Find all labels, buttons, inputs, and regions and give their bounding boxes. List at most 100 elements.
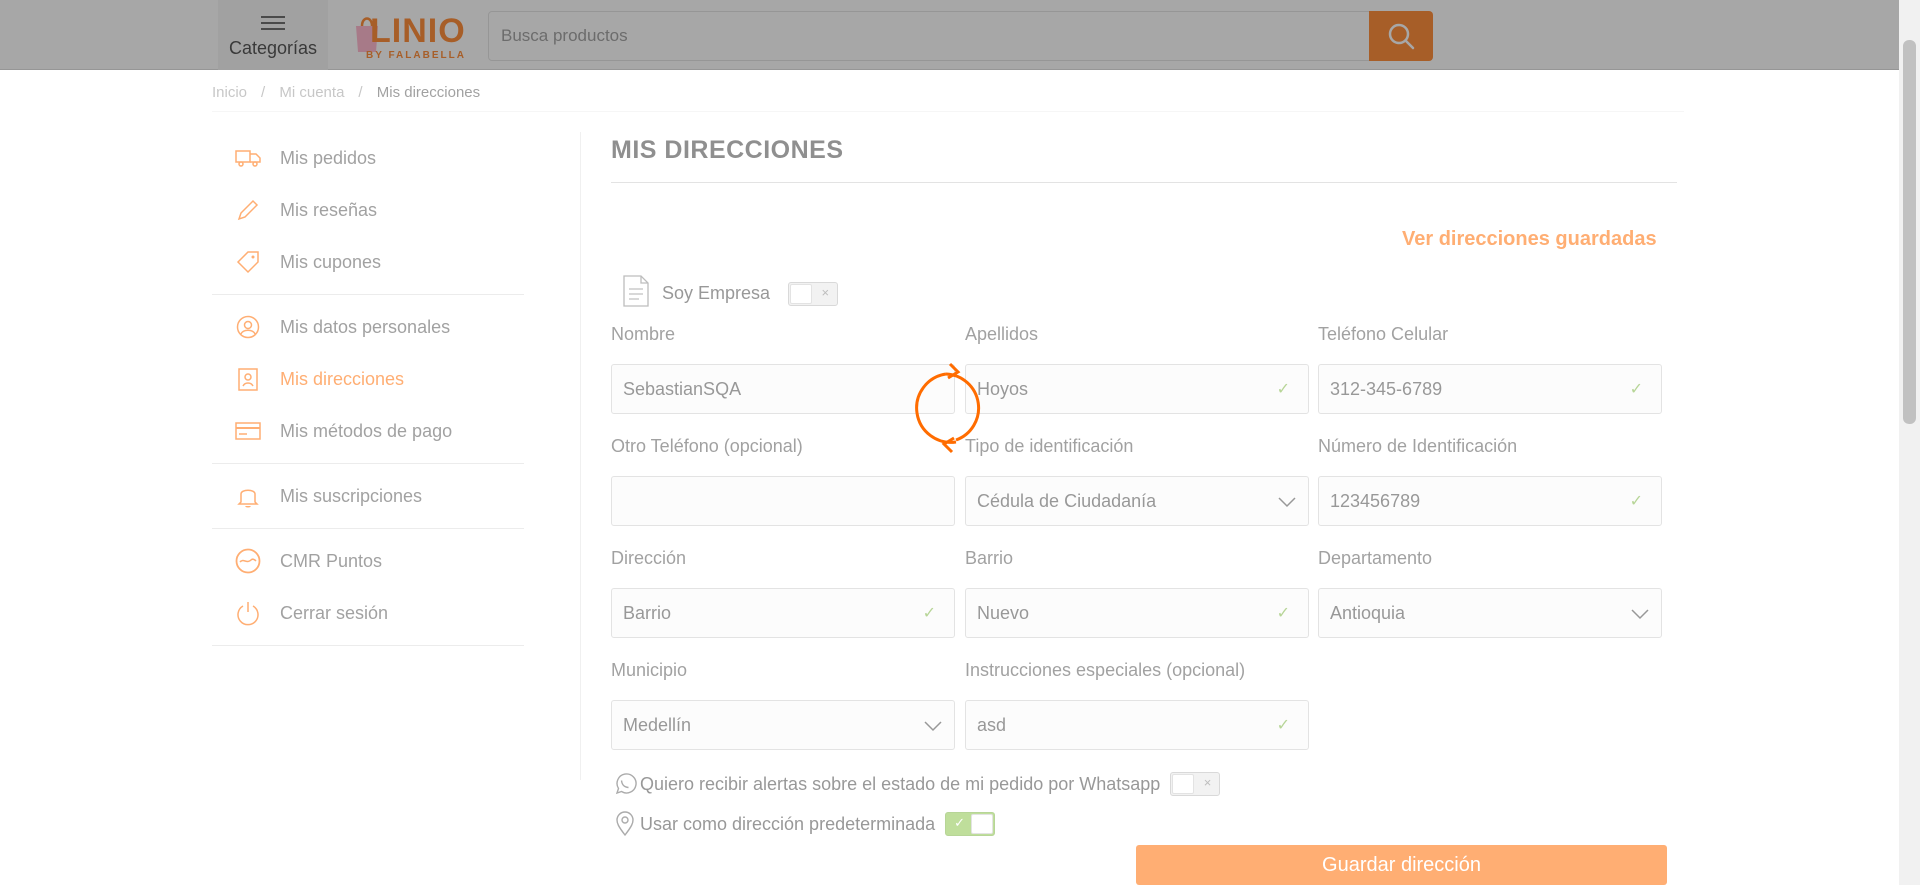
- breadcrumb-account[interactable]: Mi cuenta: [279, 84, 344, 101]
- direccion-label: Dirección: [611, 548, 687, 568]
- apellidos-input[interactable]: Hoyos ✓: [965, 364, 1309, 414]
- logo-text: LINIO: [370, 12, 466, 50]
- departamento-field: Departamento Antioquia: [1318, 548, 1662, 638]
- barrio-value: Nuevo: [977, 602, 1030, 623]
- barrio-field: Barrio Nuevo ✓: [965, 548, 1309, 638]
- sidebar-divider: [212, 294, 524, 295]
- bell-icon: [234, 482, 262, 510]
- departamento-value: Antioquia: [1330, 602, 1406, 623]
- breadcrumb-home[interactable]: Inicio: [212, 84, 247, 101]
- sidebar-item-label: Mis reseñas: [280, 199, 378, 220]
- otro-telefono-label: Otro Teléfono (opcional): [611, 436, 803, 456]
- sidebar-item-label: Mis suscripciones: [280, 485, 423, 506]
- sidebar-item-label: Mis direcciones: [280, 368, 405, 389]
- nombre-value: SebastianSQA: [623, 378, 742, 399]
- sidebar-item-label: CMR Puntos: [280, 550, 383, 571]
- page-title: MIS DIRECCIONES: [611, 136, 844, 164]
- sidebar-item-label: Cerrar sesión: [280, 602, 389, 623]
- telefono-label: Teléfono Celular: [1318, 324, 1449, 344]
- page-scrollbar[interactable]: [1899, 0, 1920, 885]
- search-icon: [1388, 23, 1415, 50]
- cmr-icon: [234, 547, 262, 575]
- telefono-value: 312-345-6789: [1330, 378, 1443, 399]
- sidebar-divider: [212, 528, 524, 529]
- breadcrumb-current: Mis direcciones: [376, 84, 481, 101]
- toggle-off-mark: ×: [821, 284, 830, 300]
- sidebar-divider: [212, 463, 524, 464]
- save-address-button[interactable]: Guardar dirección: [1136, 845, 1667, 885]
- tipo-id-select[interactable]: Cédula de Ciudadanía: [965, 476, 1309, 526]
- numero-id-label: Número de Identificación: [1318, 436, 1518, 456]
- otro-telefono-field: Otro Teléfono (opcional): [611, 436, 955, 526]
- whatsapp-toggle[interactable]: ×: [1170, 772, 1221, 796]
- account-icon[interactable]: [1538, 14, 1582, 54]
- title-divider: [611, 182, 1677, 183]
- check-icon: ✓: [1276, 717, 1290, 734]
- direccion-input[interactable]: Barrio ✓: [611, 588, 955, 638]
- departamento-label: Departamento: [1318, 548, 1433, 568]
- default-address-toggle[interactable]: ✓: [945, 812, 996, 836]
- sidebar-item-label: Mis métodos de pago: [280, 420, 453, 441]
- chevron-down-icon: [1278, 497, 1296, 508]
- check-icon: ✓: [1629, 381, 1643, 398]
- barrio-input[interactable]: Nuevo ✓: [965, 588, 1309, 638]
- linio-logo[interactable]: LINIO BY FALABELLA: [352, 12, 470, 62]
- sidebar-item-label: Mis datos personales: [280, 316, 451, 337]
- telefono-field: Teléfono Celular 312-345-6789 ✓: [1318, 324, 1662, 414]
- power-icon: [234, 599, 262, 627]
- sidebar-item-addresses[interactable]: Mis direcciones: [212, 353, 524, 405]
- categories-button[interactable]: Categorías: [218, 0, 328, 70]
- check-icon: ✓: [922, 605, 936, 622]
- municipio-select[interactable]: Medellín: [611, 700, 955, 750]
- tipo-id-label: Tipo de identificación: [965, 436, 1134, 456]
- company-toggle[interactable]: ×: [788, 281, 839, 306]
- numero-id-value: 123456789: [1330, 490, 1421, 511]
- numero-id-field: Número de Identificación 123456789 ✓: [1318, 436, 1662, 526]
- instrucciones-value: asd: [977, 714, 1007, 735]
- sidebar-item-subscriptions[interactable]: Mis suscripciones: [212, 470, 524, 522]
- nombre-input[interactable]: SebastianSQA: [611, 364, 955, 414]
- sidebar-item-orders[interactable]: Mis pedidos: [212, 132, 524, 184]
- tipo-id-field: Tipo de identificación Cédula de Ciudada…: [965, 436, 1309, 526]
- departamento-select[interactable]: Antioquia: [1318, 588, 1662, 638]
- apellidos-field: Apellidos Hoyos ✓: [965, 324, 1309, 414]
- sidebar-item-label: Mis cupones: [280, 251, 382, 272]
- search-button[interactable]: [1369, 11, 1433, 61]
- instrucciones-label: Instrucciones especiales (opcional): [965, 660, 1246, 680]
- check-icon: ✓: [1276, 381, 1290, 398]
- company-toggle-row: Soy Empresa ×: [622, 274, 839, 313]
- telefono-input[interactable]: 312-345-6789 ✓: [1318, 364, 1662, 414]
- sidebar-item-cmr-points[interactable]: CMR Puntos: [212, 535, 524, 587]
- breadcrumb: Inicio / Mi cuenta / Mis direcciones: [212, 84, 481, 101]
- cart-icon[interactable]: [1616, 14, 1660, 54]
- sidebar-item-coupons[interactable]: Mis cupones: [212, 236, 524, 288]
- account-sidebar: Mis pedidos Mis reseñas Mis cupones Mis …: [212, 132, 524, 652]
- saved-addresses-link[interactable]: Ver direcciones guardadas: [1402, 228, 1657, 251]
- sidebar-item-logout[interactable]: Cerrar sesión: [212, 587, 524, 639]
- instrucciones-input[interactable]: asd ✓: [965, 700, 1309, 750]
- municipio-value: Medellín: [623, 714, 692, 735]
- delivery-truck-icon[interactable]: [1460, 14, 1504, 54]
- chevron-down-icon: [924, 721, 942, 732]
- nombre-label: Nombre: [611, 324, 676, 344]
- sidebar-item-payment-methods[interactable]: Mis métodos de pago: [212, 405, 524, 457]
- tag-icon: [234, 248, 262, 276]
- instrucciones-field: Instrucciones especiales (opcional) asd ✓: [965, 660, 1309, 750]
- breadcrumb-divider: [212, 111, 1684, 112]
- otro-telefono-input[interactable]: [611, 476, 955, 526]
- top-header: Categorías LINIO BY FALABELLA: [0, 0, 1920, 70]
- tipo-id-value: Cédula de Ciudadanía: [977, 490, 1157, 511]
- scrollbar-thumb[interactable]: [1903, 40, 1916, 424]
- numero-id-input[interactable]: 123456789 ✓: [1318, 476, 1662, 526]
- toggle-off-mark: ×: [1203, 775, 1212, 790]
- whatsapp-row: Quiero recibir alertas sobre el estado d…: [612, 771, 1221, 797]
- sidebar-item-personal-data[interactable]: Mis datos personales: [212, 301, 524, 353]
- document-icon: [622, 274, 650, 313]
- sidebar-item-label: Mis pedidos: [280, 147, 377, 168]
- categories-label: Categorías: [228, 37, 318, 58]
- logo-subtext: BY FALABELLA: [366, 50, 466, 61]
- sidebar-divider: [212, 645, 524, 646]
- search-input[interactable]: [489, 12, 1369, 60]
- sidebar-item-reviews[interactable]: Mis reseñas: [212, 184, 524, 236]
- barrio-label: Barrio: [965, 548, 1014, 568]
